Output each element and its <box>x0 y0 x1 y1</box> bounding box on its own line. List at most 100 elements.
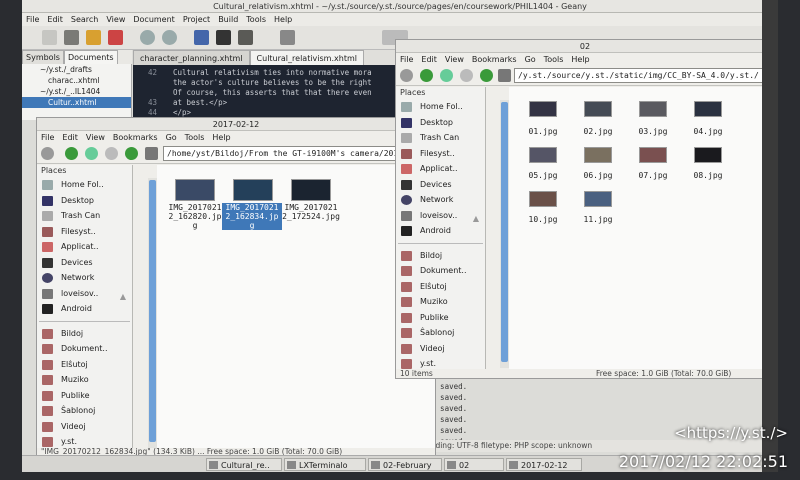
path-input[interactable]: /y.st./source/y.st./static/img/CC_BY-SA_… <box>514 68 770 83</box>
doc-folder-drafts[interactable]: ~/y.st./_drafts <box>22 64 131 75</box>
image-thumbnail[interactable] <box>529 191 557 207</box>
eject-icon[interactable]: ▲ <box>473 211 479 224</box>
forward-icon[interactable] <box>85 147 98 160</box>
place-devices[interactable]: Devices <box>37 255 132 271</box>
menu-file[interactable]: File <box>22 13 43 26</box>
back-icon[interactable] <box>420 69 433 82</box>
back-icon[interactable] <box>140 30 155 45</box>
task-folder-02-february[interactable]: 02-February <box>368 458 442 471</box>
place-android[interactable]: Android <box>37 301 132 317</box>
image-thumbnail[interactable] <box>694 101 722 117</box>
open-file-icon[interactable] <box>64 30 79 45</box>
menu-edit[interactable]: Edit <box>58 131 82 144</box>
bookmark-bildoj[interactable]: Bildoj <box>396 248 485 264</box>
place-filesystem[interactable]: Filesyst.. <box>37 224 132 240</box>
tab-symbols[interactable]: Symbols <box>22 50 64 65</box>
file-name[interactable]: 02.jpg <box>572 127 624 136</box>
place-network[interactable]: Network <box>37 270 132 286</box>
file-name[interactable]: IMG_2017021 2_172524.jpg <box>281 203 341 221</box>
eject-icon[interactable]: ▲ <box>120 289 126 302</box>
place-desktop[interactable]: Desktop <box>396 115 485 131</box>
image-thumbnail[interactable] <box>584 191 612 207</box>
task-geany[interactable]: Cultural_re.. <box>206 458 282 471</box>
menu-view[interactable]: View <box>441 53 468 66</box>
menu-build[interactable]: Build <box>214 13 242 26</box>
image-thumbnail[interactable] <box>694 147 722 163</box>
file-name[interactable]: 05.jpg <box>517 171 569 180</box>
menu-file[interactable]: File <box>396 53 417 66</box>
place-android[interactable]: Android <box>396 223 485 239</box>
menu-bookmarks[interactable]: Bookmarks <box>468 53 521 66</box>
new-tab-icon[interactable] <box>41 147 54 160</box>
place-network[interactable]: Network <box>396 192 485 208</box>
file-name[interactable]: IMG_2017021 2_162820.jp g <box>165 203 225 230</box>
place-trash[interactable]: Trash Can <box>396 130 485 146</box>
doc-cultur[interactable]: Cultur..xhtml <box>22 97 131 108</box>
compile-icon[interactable] <box>194 30 209 45</box>
menu-tools[interactable]: Tools <box>242 13 270 26</box>
menu-document[interactable]: Document <box>129 13 178 26</box>
save-icon[interactable] <box>86 30 101 45</box>
file-name[interactable]: 06.jpg <box>572 171 624 180</box>
task-folder-2017-02-12[interactable]: 2017-02-12 <box>506 458 582 471</box>
bookmark-elsutoj[interactable]: Elŝutoj <box>37 357 132 373</box>
image-thumbnail[interactable] <box>584 101 612 117</box>
menu-help[interactable]: Help <box>208 131 234 144</box>
doc-folder-phil1404[interactable]: ~/y.st./_..IL1404 <box>22 86 131 97</box>
scrollbar-thumb[interactable] <box>149 180 156 442</box>
menu-view[interactable]: View <box>82 131 109 144</box>
file-name[interactable]: 01.jpg <box>517 127 569 136</box>
place-home[interactable]: Home Fol.. <box>37 177 132 193</box>
file-name[interactable]: 07.jpg <box>627 171 679 180</box>
bookmark-sablonoj[interactable]: Ŝablonoj <box>37 403 132 419</box>
close-icon[interactable] <box>108 30 123 45</box>
scrollbar-thumb[interactable] <box>501 102 508 362</box>
image-thumbnail[interactable] <box>529 101 557 117</box>
forward-icon[interactable] <box>440 69 453 82</box>
menu-view[interactable]: View <box>102 13 129 26</box>
run-icon[interactable] <box>238 30 253 45</box>
bookmark-publike[interactable]: Publike <box>396 310 485 326</box>
menu-help[interactable]: Help <box>270 13 296 26</box>
tab-documents[interactable]: Documents <box>63 50 118 65</box>
bookmark-publike[interactable]: Publike <box>37 388 132 404</box>
history-icon[interactable] <box>460 69 473 82</box>
forward-icon[interactable] <box>162 30 177 45</box>
file-name[interactable]: 03.jpg <box>627 127 679 136</box>
image-thumbnail[interactable] <box>529 147 557 163</box>
new-tab-icon[interactable] <box>400 69 413 82</box>
file-name[interactable]: 11.jpg <box>572 215 624 224</box>
bookmark-bildoj[interactable]: Bildoj <box>37 326 132 342</box>
bookmark-muziko[interactable]: Muziko <box>396 294 485 310</box>
bookmark-dokumentoj[interactable]: Dokument.. <box>396 263 485 279</box>
bookmark-elsutoj[interactable]: Elŝutoj <box>396 279 485 295</box>
image-thumbnail[interactable] <box>639 101 667 117</box>
place-desktop[interactable]: Desktop <box>37 193 132 209</box>
image-thumbnail[interactable] <box>639 147 667 163</box>
bookmark-dokumentoj[interactable]: Dokument.. <box>37 341 132 357</box>
path-input[interactable]: /home/yst/Bildoj/From the GT-i9100M's ca… <box>163 146 431 161</box>
places-scrollbar[interactable] <box>148 178 157 448</box>
place-trash[interactable]: Trash Can <box>37 208 132 224</box>
up-icon[interactable] <box>480 69 493 82</box>
bookmark-videoj[interactable]: Videoj <box>37 419 132 435</box>
place-loveisov[interactable]: loveisov.. ▲ <box>396 208 485 224</box>
tab-cultural-relativism[interactable]: Cultural_relativism.xhtml <box>249 50 364 66</box>
menu-project[interactable]: Project <box>179 13 214 26</box>
menu-bookmarks[interactable]: Bookmarks <box>109 131 162 144</box>
image-thumbnail[interactable] <box>291 179 331 201</box>
place-applications[interactable]: Applicat.. <box>37 239 132 255</box>
bookmark-muziko[interactable]: Muziko <box>37 372 132 388</box>
menu-search[interactable]: Search <box>67 13 102 26</box>
menu-edit[interactable]: Edit <box>417 53 441 66</box>
tab-character-planning[interactable]: character_planning.xhtml <box>133 50 250 66</box>
bookmark-videoj[interactable]: Videoj <box>396 341 485 357</box>
file-name[interactable]: 10.jpg <box>517 215 569 224</box>
places-scrollbar[interactable] <box>500 100 509 368</box>
build-icon[interactable] <box>216 30 231 45</box>
file-name[interactable]: 04.jpg <box>682 127 734 136</box>
new-file-icon[interactable] <box>42 30 57 45</box>
up-icon[interactable] <box>125 147 138 160</box>
place-loveisov[interactable]: loveisov.. ▲ <box>37 286 132 302</box>
place-devices[interactable]: Devices <box>396 177 485 193</box>
